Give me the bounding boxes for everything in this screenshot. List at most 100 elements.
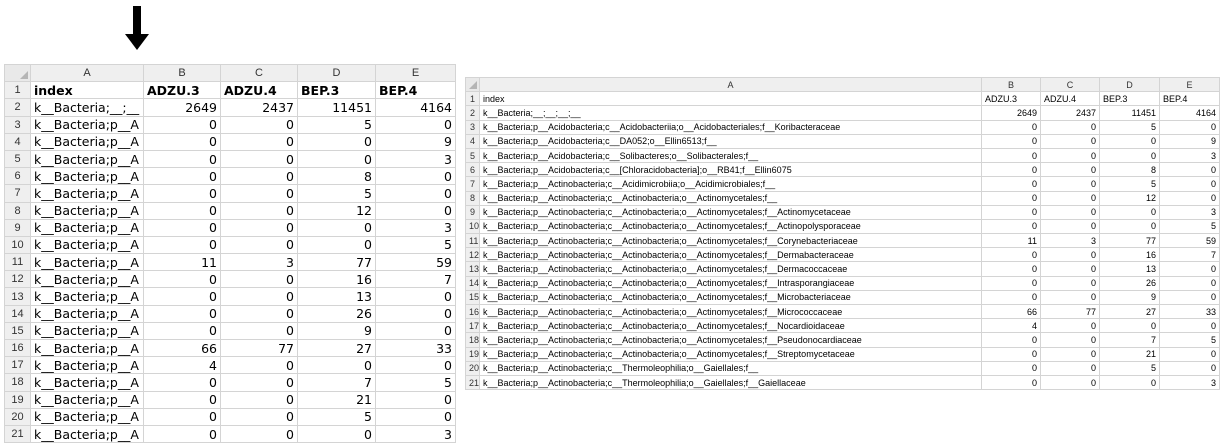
select-all-corner[interactable] — [4, 63, 31, 83]
cell[interactable]: BEP.3 — [1099, 91, 1160, 107]
cell[interactable]: 0 — [1159, 360, 1220, 376]
cell[interactable]: 11451 — [297, 98, 376, 117]
cell[interactable]: 0 — [220, 304, 298, 323]
cell[interactable]: k__Bacteria;p__Actinobacteria;c__Actinob… — [479, 346, 982, 362]
row-header[interactable]: 14 — [4, 304, 31, 323]
cell[interactable]: 0 — [220, 115, 298, 134]
column-header-c[interactable]: C — [1040, 76, 1100, 93]
cell[interactable]: 0 — [1159, 261, 1220, 277]
cell[interactable]: 0 — [297, 149, 376, 169]
row-header[interactable]: 5 — [4, 149, 31, 169]
cell[interactable]: 0 — [143, 167, 221, 186]
row-header[interactable]: 13 — [465, 261, 480, 277]
cell[interactable]: 0 — [220, 167, 298, 186]
row-header[interactable]: 11 — [465, 233, 480, 249]
row-header[interactable]: 15 — [465, 289, 480, 306]
cell[interactable]: 0 — [1040, 332, 1100, 348]
cell[interactable]: 0 — [981, 275, 1041, 291]
cell[interactable]: 0 — [1099, 147, 1160, 164]
cell[interactable]: 3 — [1159, 204, 1220, 220]
row-header[interactable]: 2 — [4, 98, 31, 117]
cell[interactable]: 0 — [1040, 360, 1100, 376]
cell[interactable]: ADZU.4 — [1040, 91, 1100, 107]
row-header[interactable]: 17 — [465, 318, 480, 334]
cell[interactable]: 11451 — [1099, 105, 1160, 121]
cell[interactable]: 4 — [981, 318, 1041, 334]
cell[interactable]: 0 — [375, 115, 456, 134]
cell[interactable]: 16 — [297, 270, 376, 289]
cell[interactable]: k__Bacteria;p__Acidobacteria;c__[Chlorac… — [479, 162, 982, 178]
cell[interactable]: 0 — [981, 247, 1041, 263]
cell[interactable]: 3 — [375, 218, 456, 237]
cell[interactable]: 0 — [220, 390, 298, 409]
cell[interactable]: 5 — [375, 235, 456, 255]
cell[interactable]: k__Bacteria;p__Actinobacteria;c__Actinob… — [479, 303, 982, 320]
cell[interactable]: 4164 — [375, 98, 456, 117]
cell[interactable]: 0 — [981, 190, 1041, 206]
cell[interactable]: 0 — [1040, 318, 1100, 334]
row-header[interactable]: 11 — [4, 253, 31, 272]
cell[interactable]: k__Bacteria;p__A — [30, 270, 144, 289]
cell[interactable]: 0 — [1159, 119, 1220, 135]
cell[interactable]: 0 — [220, 424, 298, 443]
cell[interactable]: 0 — [981, 261, 1041, 277]
cell[interactable]: k__Bacteria;p__Actinobacteria;c__Actinob… — [479, 261, 982, 277]
cell[interactable]: k__Bacteria;p__A — [30, 253, 144, 272]
cell[interactable]: k__Bacteria;p__Actinobacteria;c__Actinob… — [479, 218, 982, 235]
cell[interactable]: 2649 — [981, 105, 1041, 121]
row-header[interactable]: 15 — [4, 321, 31, 341]
cell[interactable]: 0 — [220, 218, 298, 237]
cell[interactable]: k__Bacteria;p__A — [30, 373, 144, 392]
cell[interactable]: 5 — [1099, 176, 1160, 192]
cell[interactable]: 26 — [1099, 275, 1160, 291]
cell[interactable]: 0 — [220, 149, 298, 169]
column-header-b[interactable]: B — [143, 63, 221, 83]
cell[interactable]: 7 — [375, 270, 456, 289]
row-header[interactable]: 8 — [4, 201, 31, 220]
cell[interactable]: 0 — [1099, 218, 1160, 235]
cell[interactable]: 12 — [297, 201, 376, 220]
cell[interactable]: index — [479, 91, 982, 107]
cell[interactable]: 0 — [297, 218, 376, 237]
cell[interactable]: 0 — [1159, 346, 1220, 362]
cell[interactable]: 11 — [143, 253, 221, 272]
row-header[interactable]: 1 — [465, 91, 480, 107]
cell[interactable]: 0 — [981, 133, 1041, 149]
row-header[interactable]: 8 — [465, 190, 480, 206]
cell[interactable]: 16 — [1099, 247, 1160, 263]
cell[interactable]: 0 — [375, 356, 456, 375]
cell[interactable]: 0 — [981, 162, 1041, 178]
cell[interactable]: k__Bacteria;p__Actinobacteria;c__Actinob… — [479, 247, 982, 263]
cell[interactable]: 0 — [981, 176, 1041, 192]
cell[interactable]: k__Bacteria;p__A — [30, 338, 144, 358]
cell[interactable]: 0 — [375, 184, 456, 203]
cell[interactable]: 0 — [981, 218, 1041, 235]
cell[interactable]: 0 — [143, 218, 221, 237]
cell[interactable]: k__Bacteria;p__A — [30, 407, 144, 426]
cell[interactable]: 0 — [143, 287, 221, 306]
cell[interactable]: 0 — [981, 332, 1041, 348]
row-header[interactable]: 4 — [4, 132, 31, 151]
cell[interactable]: 0 — [1040, 247, 1100, 263]
cell[interactable]: 33 — [1159, 303, 1220, 320]
cell[interactable]: 0 — [1040, 275, 1100, 291]
cell[interactable]: 5 — [1099, 119, 1160, 135]
row-header[interactable]: 21 — [4, 424, 31, 443]
cell[interactable]: k__Bacteria;p__Actinobacteria;c__Acidimi… — [479, 176, 982, 192]
cell[interactable]: 0 — [375, 304, 456, 323]
cell[interactable]: 3 — [1159, 374, 1220, 391]
cell[interactable]: k__Bacteria;p__Acidobacteria;c__Solibact… — [479, 147, 982, 164]
cell[interactable]: 0 — [375, 287, 456, 306]
row-header[interactable]: 17 — [4, 356, 31, 375]
cell[interactable]: 0 — [981, 204, 1041, 220]
row-header[interactable]: 19 — [4, 390, 31, 409]
cell[interactable]: 0 — [143, 424, 221, 443]
cell[interactable]: index — [30, 81, 144, 100]
cell[interactable]: 0 — [143, 115, 221, 134]
cell[interactable]: k__Bacteria;__;__;__;__ — [479, 105, 982, 121]
cell[interactable]: 0 — [143, 390, 221, 409]
cell[interactable]: 0 — [143, 270, 221, 289]
cell[interactable]: 0 — [297, 132, 376, 151]
cell[interactable]: k__Bacteria;p__A — [30, 424, 144, 443]
cell[interactable]: 9 — [1099, 289, 1160, 306]
